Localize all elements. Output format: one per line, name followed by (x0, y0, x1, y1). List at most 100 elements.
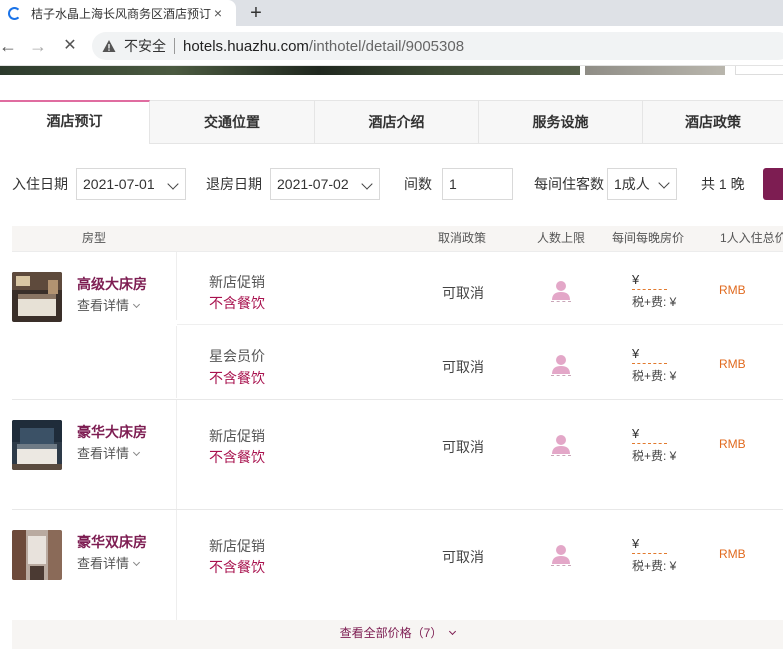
browser-tab[interactable]: 桔子水晶上海长风商务区酒店预订 × (0, 0, 236, 26)
guests-label: 每间住客数 (534, 176, 604, 192)
forward-button[interactable]: → (28, 36, 48, 56)
room-name[interactable]: 豪华双床房 (77, 532, 147, 552)
room-name[interactable]: 豪华大床房 (77, 422, 147, 442)
back-button[interactable]: ← (0, 36, 18, 56)
search-button[interactable] (763, 168, 783, 200)
chevron-down-icon (132, 558, 141, 567)
omnibox-divider (174, 38, 175, 54)
checkin-date-select[interactable]: 2021-07-01 (76, 168, 186, 200)
rooms-input[interactable]: 1 (442, 168, 513, 200)
column-divider (176, 252, 177, 320)
total-price: RMB (719, 437, 746, 451)
room-divider (12, 509, 783, 510)
view-details-link[interactable]: 查看详情 (77, 443, 141, 462)
price-underline (632, 363, 667, 364)
chevron-down-icon (132, 300, 141, 309)
rate-plan-name: 新店促销 (209, 428, 265, 444)
person-underline (551, 455, 571, 456)
address-bar[interactable]: 不安全 hotels.huazhu.com/inthotel/detail/90… (92, 32, 783, 60)
column-divider (176, 510, 177, 620)
tab-facilities[interactable]: 服务设施 (479, 101, 643, 144)
person-icon (552, 355, 570, 374)
room-photo[interactable] (12, 420, 62, 470)
rooms-value: 1 (449, 176, 457, 192)
guests-select[interactable]: 1成人 (607, 168, 677, 200)
nightly-price: ¥ (632, 272, 640, 287)
person-icon (552, 545, 570, 564)
meal-info: 不含餐饮 (209, 449, 265, 465)
rate-divider (177, 324, 783, 325)
person-icon (552, 281, 570, 300)
browser-toolbar: ← → ✕ 不安全 hotels.huazhu.com/inthotel/det… (0, 26, 783, 66)
cancel-policy: 可取消 (442, 359, 484, 375)
url-host: hotels.huazhu.com (183, 37, 309, 55)
url-path: /inthotel/detail/9005308 (308, 37, 465, 55)
stop-loading-button[interactable]: ✕ (60, 36, 80, 56)
rate-plan-name: 新店促销 (209, 538, 265, 554)
nights-count: 共 1 晚 (701, 176, 745, 192)
tab-policy[interactable]: 酒店政策 (643, 101, 783, 144)
view-details-link[interactable]: 查看详情 (77, 553, 141, 572)
view-details-label: 查看详情 (77, 446, 130, 461)
person-underline (551, 301, 571, 302)
header-total-price: 1人入住总价 (720, 231, 783, 245)
chevron-down-icon (167, 178, 179, 190)
loading-spinner-icon (8, 6, 21, 20)
view-details-link[interactable]: 查看详情 (77, 295, 141, 314)
header-cancel-policy: 取消政策 (438, 231, 487, 245)
header-max-people: 人数上限 (537, 231, 586, 245)
meal-info: 不含餐饮 (209, 370, 265, 386)
browser-tab-bar: 桔子水晶上海长风商务区酒店预订 × + (0, 0, 783, 26)
price-underline (632, 289, 667, 290)
room-photo[interactable] (12, 530, 62, 580)
chevron-down-icon (132, 448, 141, 457)
view-details-label: 查看详情 (77, 298, 130, 313)
price-underline (632, 443, 667, 444)
warning-triangle-icon (102, 40, 116, 52)
tax-fee: 税+费: ¥ (632, 369, 677, 383)
chevron-down-icon (658, 177, 670, 189)
price-underline (632, 553, 667, 554)
photo-box (735, 66, 783, 75)
close-tab-icon[interactable]: × (210, 5, 226, 21)
tax-fee: 税+费: ¥ (632, 559, 677, 573)
room-divider (12, 399, 783, 400)
chevron-down-icon (449, 627, 457, 636)
total-price: RMB (719, 283, 746, 297)
view-details-label: 查看详情 (77, 556, 130, 571)
tax-fee: 税+费: ¥ (632, 295, 677, 309)
nightly-price: ¥ (632, 346, 640, 361)
nightly-price: ¥ (632, 426, 640, 441)
guests-value: 1成人 (614, 176, 650, 192)
room-photo[interactable] (12, 272, 62, 322)
rate-plan-name: 星会员价 (209, 348, 265, 364)
view-all-prices-button[interactable]: 查看全部价格（7） (12, 620, 783, 649)
security-status[interactable]: 不安全 (124, 36, 166, 56)
checkout-label: 退房日期 (206, 176, 262, 192)
tax-fee: 税+费: ¥ (632, 449, 677, 463)
tab-introduction[interactable]: 酒店介绍 (315, 101, 479, 144)
tab-location[interactable]: 交通位置 (150, 101, 315, 144)
hotel-photo-side[interactable] (585, 66, 725, 75)
rate-plan-name: 新店促销 (209, 274, 265, 290)
person-icon (552, 435, 570, 454)
cancel-policy: 可取消 (442, 549, 484, 565)
tab-booking[interactable]: 酒店预订 (0, 100, 150, 144)
nightly-price: ¥ (632, 536, 640, 551)
cancel-policy: 可取消 (442, 285, 484, 301)
section-nav: 酒店预订 交通位置 酒店介绍 服务设施 酒店政策 (0, 100, 783, 144)
rooms-label: 间数 (404, 176, 432, 192)
hotel-photo-main[interactable] (0, 66, 580, 75)
new-tab-button[interactable]: + (245, 2, 267, 24)
checkin-label: 入住日期 (12, 176, 68, 192)
meal-info: 不含餐饮 (209, 295, 265, 311)
column-divider (176, 400, 177, 510)
room-table-header: 房型 取消政策 人数上限 每间每晚房价 1人入住总价 (12, 226, 783, 252)
chevron-down-icon (361, 178, 373, 190)
meal-info: 不含餐饮 (209, 559, 265, 575)
room-name[interactable]: 高级大床房 (77, 274, 147, 294)
person-underline (551, 375, 571, 376)
checkout-date-value: 2021-07-02 (277, 176, 349, 192)
checkout-date-select[interactable]: 2021-07-02 (270, 168, 380, 200)
cancel-policy: 可取消 (442, 439, 484, 455)
